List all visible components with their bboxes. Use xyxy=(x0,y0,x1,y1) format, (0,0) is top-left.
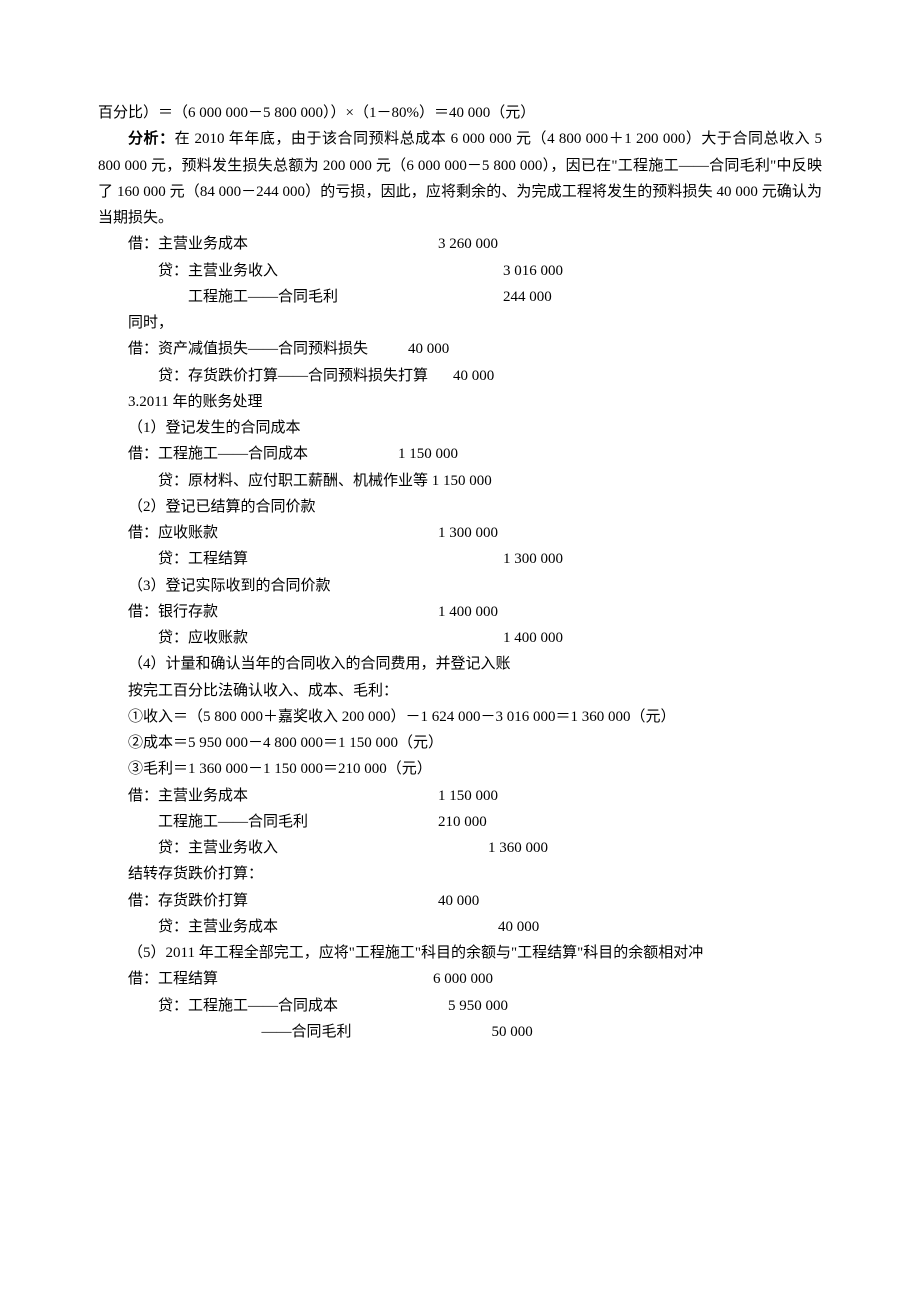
entry-label: 贷：应收账款 xyxy=(158,625,503,651)
entry-label: 工程施工——合同毛利 xyxy=(188,284,503,310)
entry-label: 借：银行存款 xyxy=(128,599,438,625)
entry-label: 贷：主营业务成本 xyxy=(158,914,498,940)
analysis-paragraph: 分析：在 2010 年年底，由于该合同预料总成本 6 000 000 元（4 8… xyxy=(98,126,822,231)
entry-label: ——合同毛利 xyxy=(262,1019,492,1045)
entry-amount: 3 260 000 xyxy=(438,231,498,257)
text-line: 按完工百分比法确认收入、成本、毛利： xyxy=(98,678,822,704)
step-heading: （4）计量和确认当年的合同收入的合同费用，并登记入账 xyxy=(98,651,822,677)
journal-entry: 贷：主营业务收入 3 016 000 xyxy=(98,258,822,284)
entry-label: 借：工程结算 xyxy=(128,966,433,992)
entry-label: 借：工程施工——合同成本 xyxy=(128,441,398,467)
journal-entry: 工程施工——合同毛利 210 000 xyxy=(98,809,822,835)
entry-label: 贷：工程结算 xyxy=(158,546,503,572)
entry-label: 贷：主营业务收入 xyxy=(158,258,503,284)
entry-label: 借：主营业务成本 xyxy=(128,231,438,257)
entry-label: 贷：主营业务收入 xyxy=(158,835,488,861)
journal-entry: 贷：工程结算 1 300 000 xyxy=(98,546,822,572)
entry-amount: 50 000 xyxy=(492,1019,533,1045)
entry-amount: 1 300 000 xyxy=(503,546,563,572)
journal-entry: 贷：存货跌价打算——合同预料损失打算 40 000 xyxy=(98,363,822,389)
journal-entry: 借：应收账款 1 300 000 xyxy=(98,520,822,546)
analysis-label: 分析： xyxy=(128,131,175,147)
calc-line: ①收入＝（5 800 000＋嘉奖收入 200 000）－1 624 000－3… xyxy=(98,704,822,730)
text-line: 结转存货跌价打算： xyxy=(98,861,822,887)
journal-entry: 借：工程施工——合同成本 1 150 000 xyxy=(98,441,822,467)
entry-amount: 40 000 xyxy=(408,336,449,362)
entry-amount: 40 000 xyxy=(453,363,494,389)
entry-amount: 1 150 000 xyxy=(398,441,458,467)
entry-label: 贷：原材料、应付职工薪酬、机械作业等 1 150 000 xyxy=(158,468,492,494)
journal-entry: ——合同毛利 50 000 xyxy=(98,1019,822,1045)
journal-entry: 借：工程结算 6 000 000 xyxy=(98,966,822,992)
journal-entry: 工程施工——合同毛利 244 000 xyxy=(98,284,822,310)
journal-entry: 借：资产减值损失——合同预料损失 40 000 xyxy=(98,336,822,362)
section-heading: 3.2011 年的账务处理 xyxy=(98,389,822,415)
journal-entry: 贷：工程施工——合同成本 5 950 000 xyxy=(98,993,822,1019)
calc-line: ②成本＝5 950 000－4 800 000＝1 150 000（元） xyxy=(98,730,822,756)
entry-amount: 210 000 xyxy=(438,809,487,835)
step-heading: （2）登记已结算的合同价款 xyxy=(98,494,822,520)
entry-amount: 1 360 000 xyxy=(488,835,548,861)
entry-label: 借：应收账款 xyxy=(128,520,438,546)
entry-amount: 1 150 000 xyxy=(438,783,498,809)
step-heading: （3）登记实际收到的合同价款 xyxy=(98,573,822,599)
text-line: 同时， xyxy=(98,310,822,336)
journal-entry: 贷：应收账款 1 400 000 xyxy=(98,625,822,651)
journal-entry: 贷：主营业务成本 40 000 xyxy=(98,914,822,940)
step-heading: （5）2011 年工程全部完工，应将"工程施工"科目的余额与"工程结算"科目的余… xyxy=(98,940,822,966)
journal-entry: 借：银行存款 1 400 000 xyxy=(98,599,822,625)
analysis-body: 在 2010 年年底，由于该合同预料总成本 6 000 000 元（4 800 … xyxy=(98,131,822,226)
journal-entry: 借：主营业务成本 3 260 000 xyxy=(98,231,822,257)
entry-label: 贷：工程施工——合同成本 xyxy=(158,993,448,1019)
entry-amount: 3 016 000 xyxy=(503,258,563,284)
journal-entry: 借：主营业务成本 1 150 000 xyxy=(98,783,822,809)
entry-amount: 244 000 xyxy=(503,284,552,310)
entry-amount: 1 400 000 xyxy=(438,599,498,625)
journal-entry: 贷：主营业务收入 1 360 000 xyxy=(98,835,822,861)
entry-label: 贷：存货跌价打算——合同预料损失打算 xyxy=(158,363,453,389)
line-formula: 百分比）＝（6 000 000－5 800 000））×（1－80%）＝40 0… xyxy=(98,100,822,126)
journal-entry: 借：存货跌价打算 40 000 xyxy=(98,888,822,914)
journal-entry: 贷：原材料、应付职工薪酬、机械作业等 1 150 000 xyxy=(98,468,822,494)
entry-amount: 1 400 000 xyxy=(503,625,563,651)
entry-label: 借：存货跌价打算 xyxy=(128,888,438,914)
calc-line: ③毛利＝1 360 000－1 150 000＝210 000（元） xyxy=(98,756,822,782)
entry-label: 工程施工——合同毛利 xyxy=(158,809,438,835)
entry-label: 借：资产减值损失——合同预料损失 xyxy=(128,336,408,362)
entry-amount: 1 300 000 xyxy=(438,520,498,546)
entry-amount: 5 950 000 xyxy=(448,993,508,1019)
entry-amount: 6 000 000 xyxy=(433,966,493,992)
step-heading: （1）登记发生的合同成本 xyxy=(98,415,822,441)
entry-label: 借：主营业务成本 xyxy=(128,783,438,809)
entry-amount: 40 000 xyxy=(498,914,539,940)
entry-amount: 40 000 xyxy=(438,888,479,914)
